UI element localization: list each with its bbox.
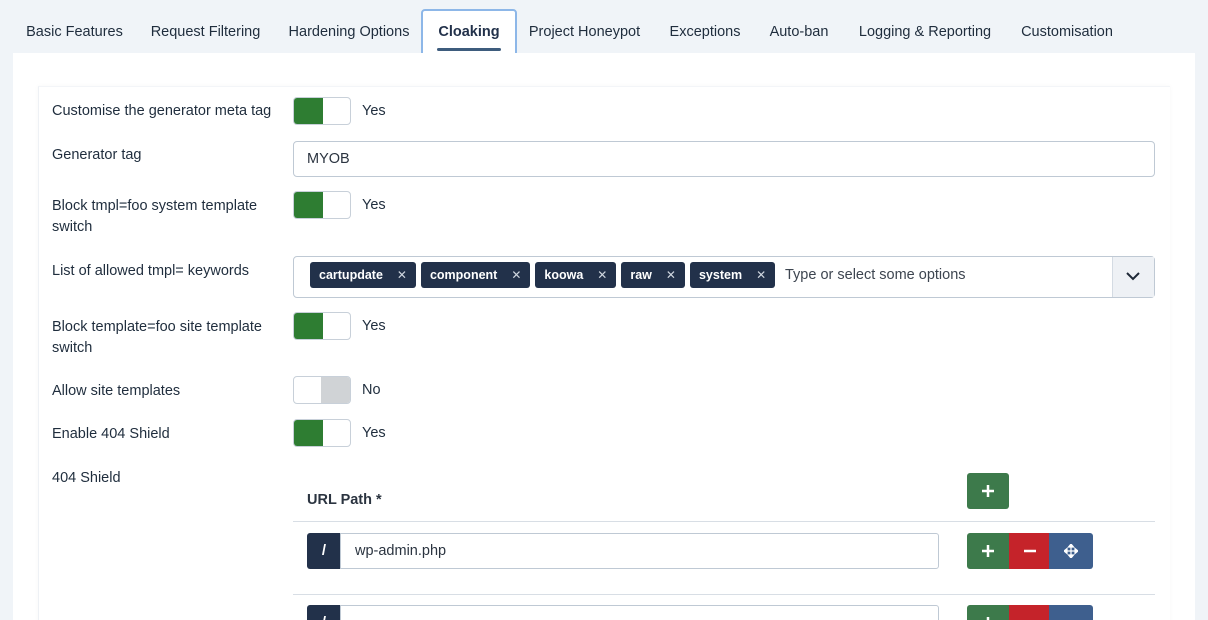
- block-tmpl-state: Yes: [362, 197, 386, 213]
- keyword-chip: raw ✕: [621, 262, 685, 288]
- plus-icon: [986, 617, 990, 620]
- toggle-knob: [294, 313, 323, 339]
- tab-hardening-options[interactable]: Hardening Options: [276, 9, 422, 53]
- chip-label: cartupdate: [319, 268, 383, 282]
- url-path-input[interactable]: [340, 605, 939, 620]
- block-template-toggle[interactable]: [293, 312, 351, 340]
- dropdown-toggle-button[interactable]: [1112, 257, 1154, 297]
- chip-label: system: [698, 268, 743, 282]
- block-template-state: Yes: [362, 318, 386, 334]
- toggle-knob: [321, 377, 350, 403]
- tab-basic-features[interactable]: Basic Features: [14, 9, 135, 53]
- tab-project-honeypot[interactable]: Project Honeypot: [518, 9, 651, 53]
- keyword-chip: koowa ✕: [535, 262, 617, 288]
- generator-meta-toggle[interactable]: [293, 97, 351, 125]
- plus-icon: [982, 485, 994, 497]
- allowed-keywords-label: List of allowed tmpl= keywords: [52, 263, 250, 279]
- remove-row-button[interactable]: [1009, 533, 1050, 569]
- url-prefix: /: [307, 605, 341, 620]
- plus-icon: [982, 545, 994, 557]
- generator-meta-label: Customise the generator meta tag: [52, 103, 272, 119]
- tab-cloaking-label: Cloaking: [438, 24, 500, 40]
- tab-bar: Basic Features Request Filtering Hardeni…: [0, 0, 1208, 57]
- remove-row-button[interactable]: [1009, 605, 1050, 620]
- keyword-chips: cartupdate ✕ component ✕ koowa ✕ raw ✕ syste…: [310, 262, 776, 288]
- block-template-label: Block template=foo site template switch: [52, 319, 262, 356]
- tab-cloaking[interactable]: Cloaking: [421, 9, 517, 57]
- close-icon[interactable]: ✕: [511, 262, 521, 288]
- allow-site-templates-state: No: [362, 382, 381, 398]
- move-row-handle[interactable]: [1049, 533, 1093, 569]
- enable-404-label: Enable 404 Shield: [52, 426, 170, 442]
- url-prefix: /: [307, 533, 341, 569]
- close-icon[interactable]: ✕: [597, 262, 607, 288]
- tab-request-filtering[interactable]: Request Filtering: [139, 9, 272, 53]
- minus-icon: [1023, 549, 1036, 553]
- enable-404-toggle[interactable]: [293, 419, 351, 447]
- keywords-placeholder[interactable]: Type or select some options: [785, 257, 966, 297]
- generator-tag-label: Generator tag: [52, 147, 142, 163]
- shield-404-label: 404 Shield: [52, 470, 121, 486]
- allow-site-templates-toggle[interactable]: [293, 376, 351, 404]
- enable-404-state: Yes: [362, 425, 386, 441]
- tab-customisation[interactable]: Customisation: [1011, 9, 1123, 53]
- move-arrows-icon: [1064, 544, 1078, 558]
- tab-auto-ban[interactable]: Auto-ban: [759, 9, 839, 53]
- url-path-column-header: URL Path *: [307, 492, 382, 508]
- block-tmpl-toggle[interactable]: [293, 191, 351, 219]
- close-icon[interactable]: ✕: [756, 262, 766, 288]
- tab-logging-reporting[interactable]: Logging & Reporting: [847, 9, 1003, 53]
- toggle-knob: [294, 98, 323, 124]
- chevron-down-icon: [1126, 272, 1140, 281]
- allow-site-templates-label: Allow site templates: [52, 383, 181, 399]
- keyword-chip: cartupdate ✕: [310, 262, 416, 288]
- toggle-knob: [294, 420, 323, 446]
- move-row-handle[interactable]: [1049, 605, 1093, 620]
- add-row-after-button[interactable]: [967, 533, 1009, 569]
- active-tab-underline: [437, 48, 501, 51]
- subform-header: URL Path *: [293, 474, 1155, 522]
- chip-label: raw: [630, 268, 652, 282]
- chip-label: koowa: [544, 268, 584, 282]
- add-row-button[interactable]: [967, 473, 1009, 509]
- keyword-chip: component ✕: [420, 262, 531, 288]
- close-icon[interactable]: ✕: [666, 262, 676, 288]
- add-row-after-button[interactable]: [967, 605, 1009, 620]
- chip-label: component: [429, 268, 498, 282]
- generator-tag-input[interactable]: MYOB: [293, 141, 1155, 177]
- toggle-knob: [294, 192, 323, 218]
- allowed-keywords-select[interactable]: cartupdate ✕ component ✕ koowa ✕ raw ✕ syste…: [293, 256, 1155, 298]
- close-icon[interactable]: ✕: [397, 262, 407, 288]
- row-divider: [293, 594, 1155, 595]
- block-tmpl-label: Block tmpl=foo system template switch: [52, 198, 258, 235]
- generator-meta-state: Yes: [362, 103, 386, 119]
- keyword-chip: system ✕: [689, 262, 776, 288]
- url-path-input[interactable]: wp-admin.php: [340, 533, 939, 569]
- tab-exceptions[interactable]: Exceptions: [659, 9, 751, 53]
